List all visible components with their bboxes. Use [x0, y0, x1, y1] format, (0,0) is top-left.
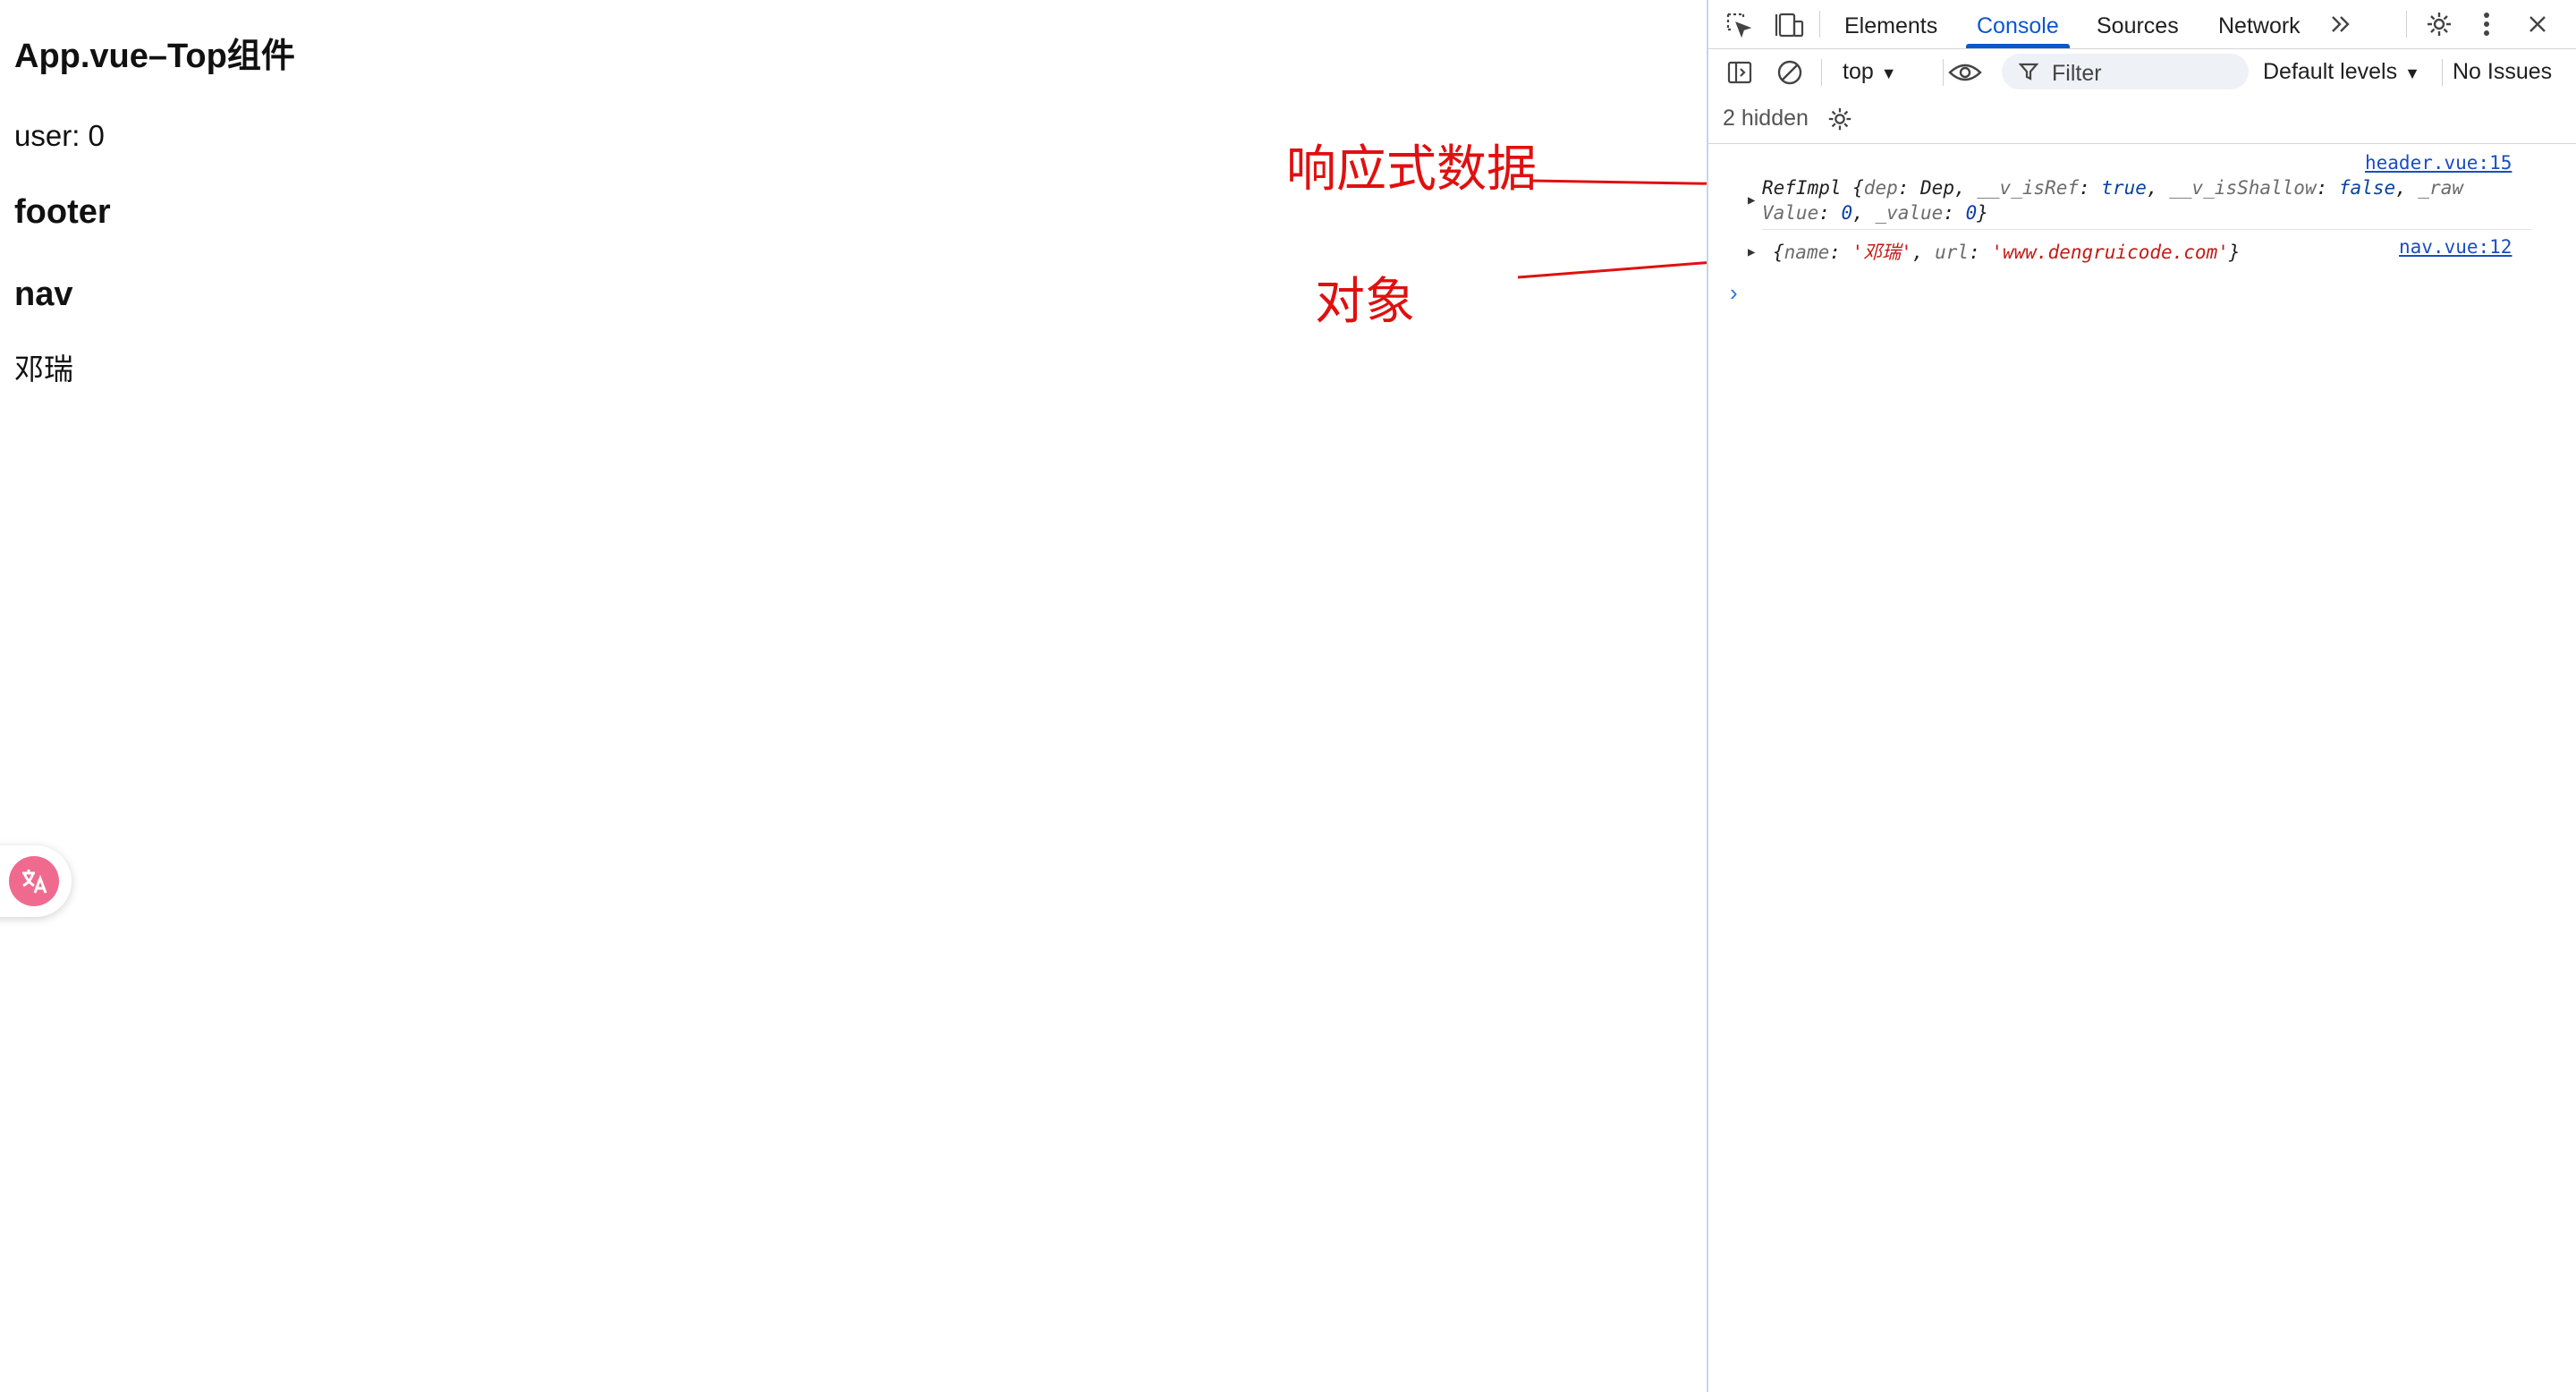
console-toolbar: top ▼ Filter Default levels ▼ No Issues: [1708, 48, 2576, 97]
log-source-link[interactable]: header.vue:15: [2365, 152, 2512, 174]
log-divider: [1762, 229, 2531, 230]
log-value: Dep: [1920, 177, 1954, 199]
translate-widget[interactable]: [0, 845, 72, 917]
close-devtools-icon[interactable]: [2524, 11, 2551, 38]
expand-triangle-icon[interactable]: ▶: [1748, 240, 1755, 265]
tab-sources[interactable]: Sources: [2097, 0, 2179, 48]
clear-console-icon[interactable]: [1775, 57, 1805, 88]
device-toolbar-icon[interactable]: [1775, 11, 1805, 39]
log-value: '邓瑞': [1852, 242, 1912, 263]
inspect-element-icon[interactable]: [1724, 11, 1753, 39]
live-expression-eye-icon[interactable]: [1937, 57, 1993, 88]
expand-triangle-icon[interactable]: ▶: [1748, 188, 1755, 213]
chevron-down-icon: ▼: [1880, 64, 1897, 82]
tab-separator: [1819, 11, 1820, 38]
log-key: _value: [1875, 202, 1944, 224]
chevron-down-icon: ▼: [2404, 64, 2420, 82]
devtools-tab-bar: Elements Console Sources Network: [1708, 0, 2576, 49]
filter-placeholder: Filter: [2052, 61, 2102, 86]
kebab-menu-icon[interactable]: [2478, 9, 2496, 39]
log-value: 'www.dengruicode.com': [1991, 242, 2229, 263]
log-key: Value: [1762, 202, 1819, 224]
log-value: true: [2101, 177, 2147, 199]
hidden-messages-bar: 2 hidden: [1708, 97, 2576, 144]
tab-network[interactable]: Network: [2218, 0, 2301, 48]
log-prefix: RefImpl {: [1762, 177, 1864, 199]
log-value: false: [2338, 177, 2396, 199]
sidebar-toggle-icon[interactable]: [1724, 57, 1755, 88]
filter-input[interactable]: Filter: [2002, 54, 2249, 89]
context-selector-label: top: [1843, 59, 1874, 84]
log-levels-label: Default levels: [2263, 59, 2398, 84]
issues-counter[interactable]: No Issues: [2453, 59, 2552, 85]
nav-heading: nav: [14, 276, 73, 313]
toolbar-separator: [2442, 59, 2443, 86]
hidden-count: 2 hidden: [1723, 106, 1809, 131]
log-key: name: [1784, 242, 1830, 263]
name-text: 邓瑞: [14, 352, 73, 386]
console-log-entry[interactable]: ▶ {name: '邓瑞', url: 'www.dengruicode.com'…: [1748, 240, 2535, 265]
tab-console[interactable]: Console: [1966, 0, 2070, 48]
log-key: __v_isRef: [1977, 177, 2080, 199]
log-levels-dropdown[interactable]: Default levels ▼: [2263, 59, 2420, 85]
log-key: url: [1935, 242, 1970, 263]
log-key: _raw: [2418, 177, 2463, 199]
log-value: 0: [1965, 202, 1978, 224]
more-tabs-icon[interactable]: [2327, 9, 2354, 39]
tab-elements[interactable]: Elements: [1844, 0, 1937, 48]
log-suffix: }: [1977, 202, 1988, 224]
console-log-entry[interactable]: ▶ RefImpl {dep: Dep, __v_isRef: true, __…: [1748, 175, 2524, 225]
translate-icon[interactable]: [9, 856, 59, 906]
context-selector[interactable]: top ▼: [1843, 59, 1897, 85]
user-count-text: user: 0: [14, 119, 105, 152]
tab-separator: [2406, 11, 2407, 38]
console-settings-gear-icon[interactable]: [1825, 104, 1855, 134]
page-title: App.vue–Top组件: [14, 38, 295, 75]
log-value: 0: [1841, 202, 1853, 224]
log-key: dep: [1863, 177, 1898, 199]
footer-heading: footer: [14, 193, 111, 231]
annotation-object: 对象: [1315, 273, 1415, 331]
console-prompt-chevron-icon[interactable]: ›: [1730, 279, 1738, 307]
devtools-panel: Elements Console Sources Network top ▼ F…: [1707, 0, 2576, 1392]
page-viewport: App.vue–Top组件 user: 0 footer nav 邓瑞 响应式数…: [0, 0, 1707, 1392]
annotation-reactive-data: 响应式数据: [1286, 140, 1537, 199]
filter-funnel-icon: [2018, 61, 2039, 82]
settings-gear-icon[interactable]: [2424, 9, 2454, 39]
log-key: __v_isShallow: [2169, 177, 2317, 199]
toolbar-separator: [1821, 59, 1822, 86]
